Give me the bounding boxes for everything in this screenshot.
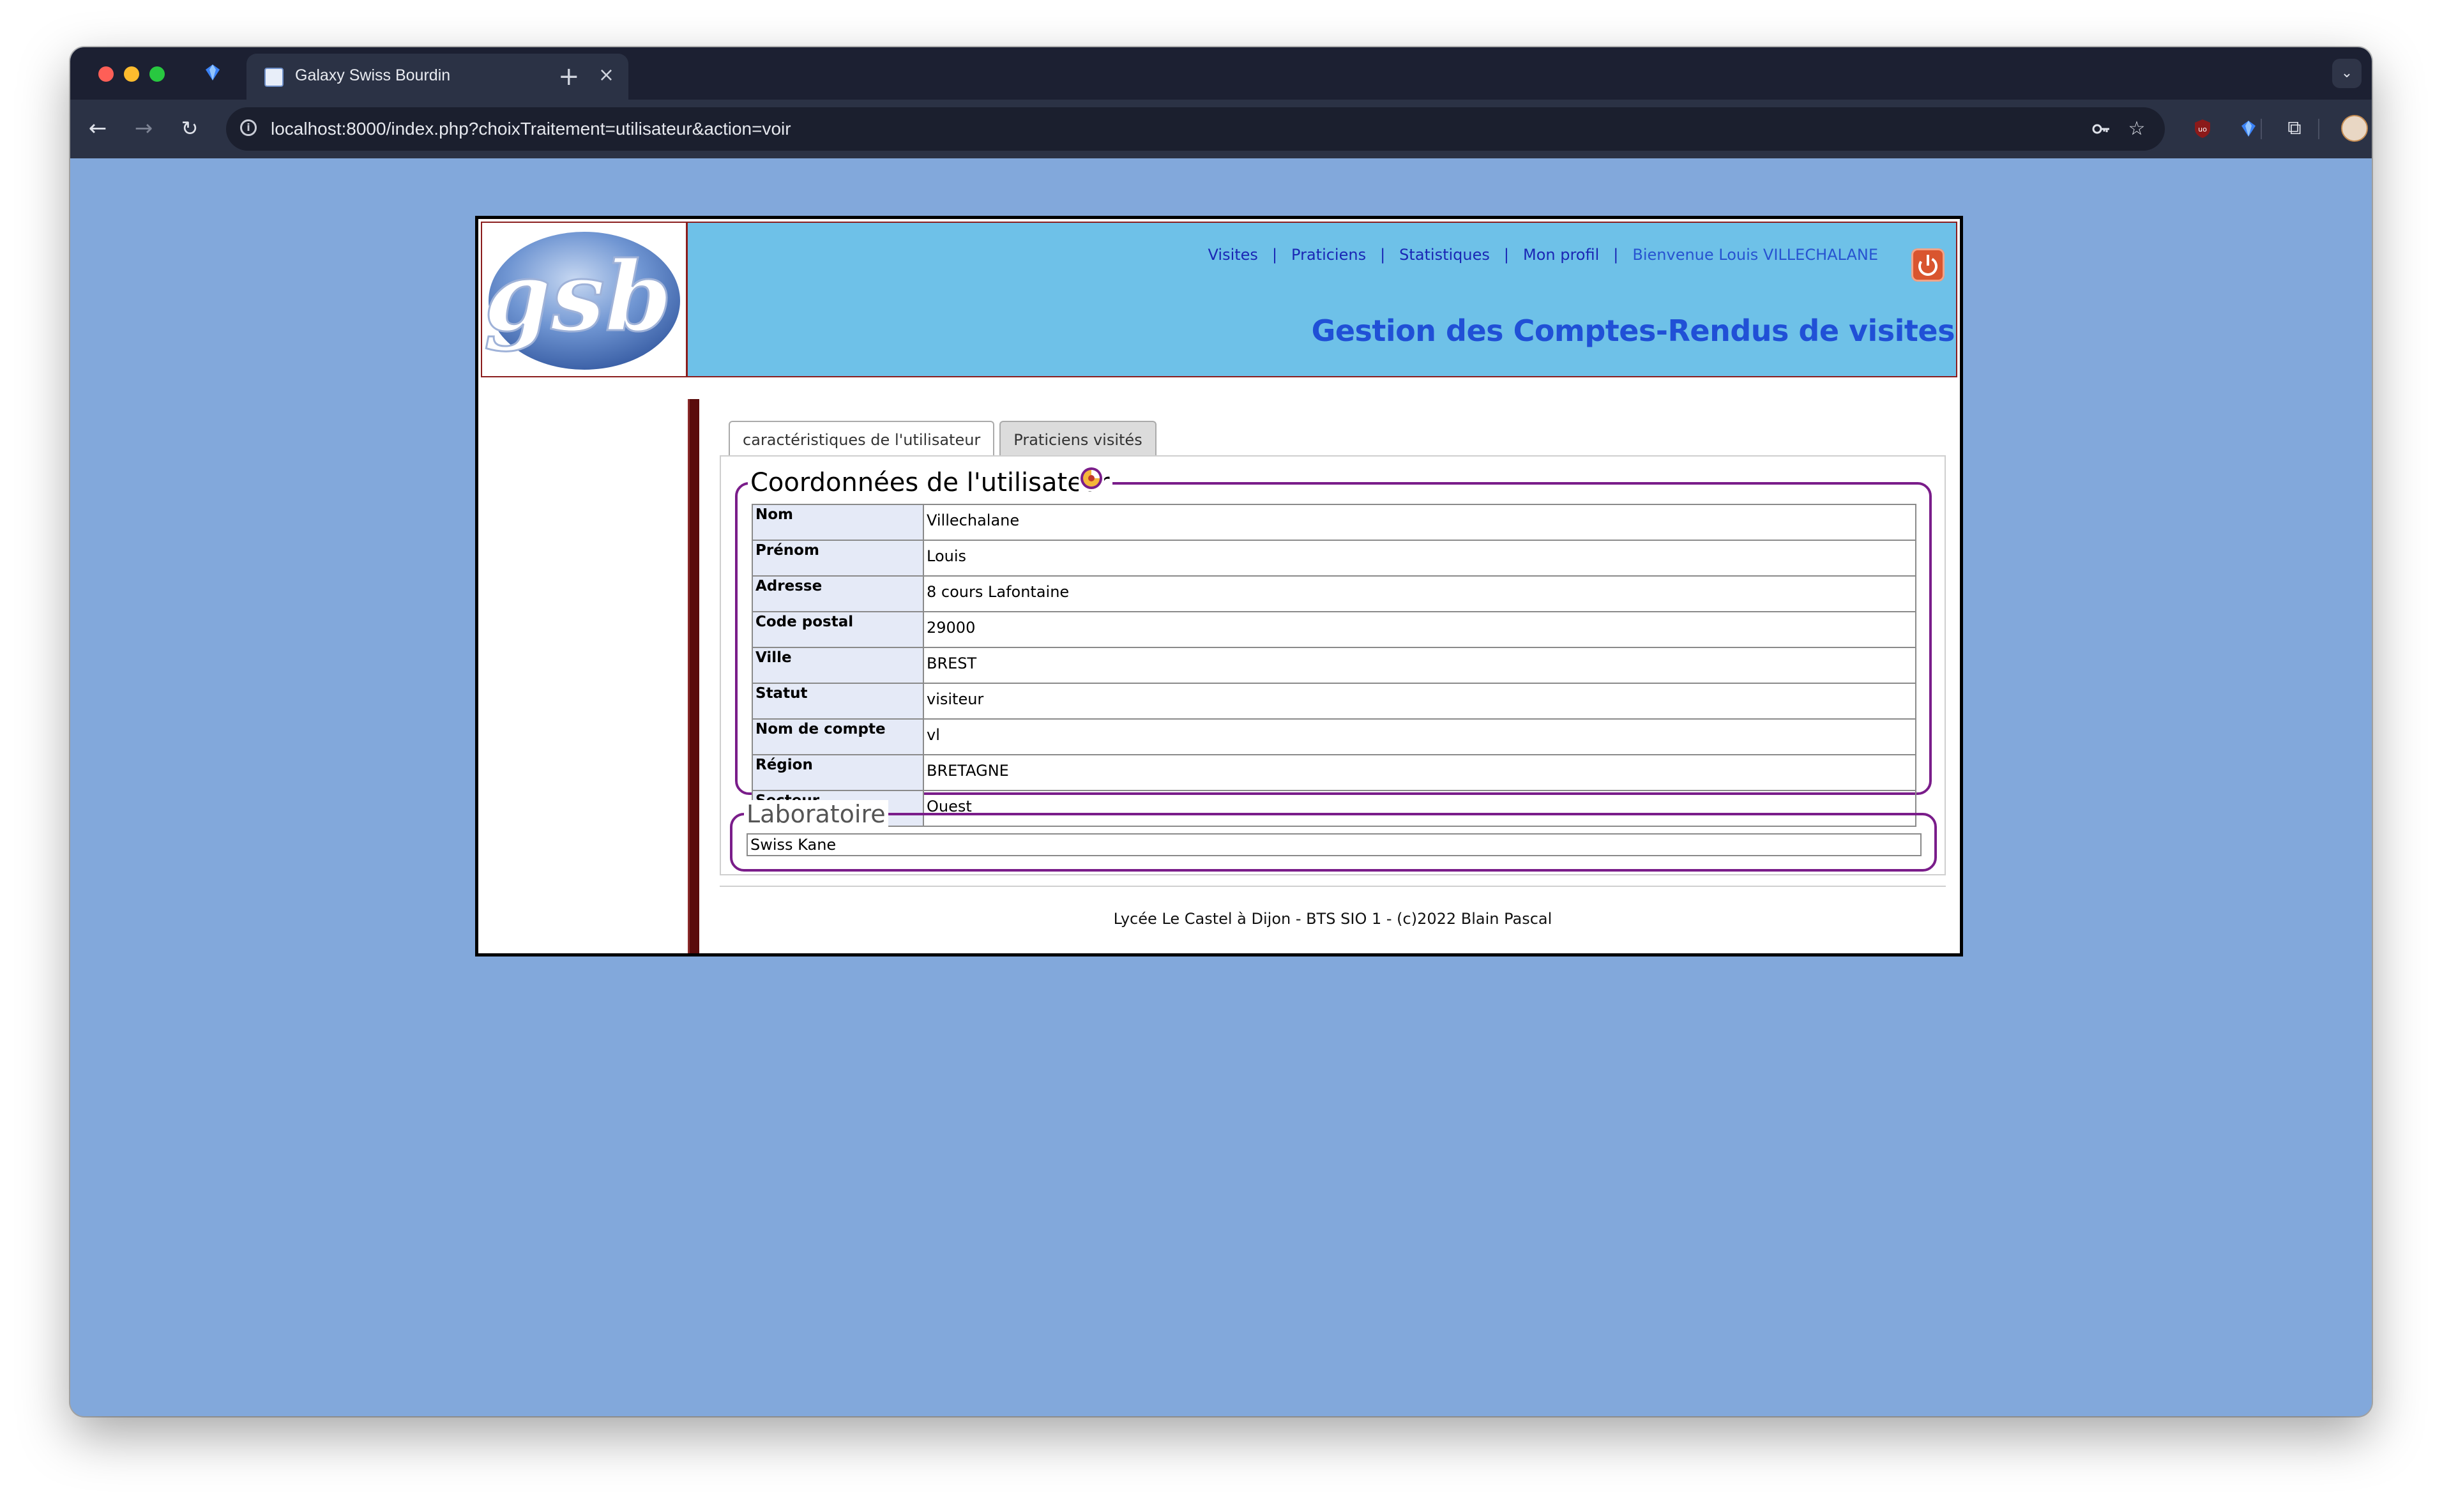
menu-link-mon-profil[interactable]: Mon profil bbox=[1523, 246, 1599, 264]
menu-link-statistiques[interactable]: Statistiques bbox=[1399, 246, 1490, 264]
reload-icon[interactable]: ↻ bbox=[175, 114, 204, 143]
svg-text:uo: uo bbox=[2198, 125, 2207, 133]
row-label: Région bbox=[752, 754, 924, 791]
info-badge-icon[interactable] bbox=[1079, 465, 1104, 491]
app-title: Gestion des Comptes-Rendus de visites bbox=[1311, 314, 1955, 348]
table-row: Statut visiteur bbox=[752, 683, 1916, 720]
row-value: BREST bbox=[923, 647, 1916, 684]
left-sidebar-bar bbox=[688, 399, 699, 953]
main-menu: Visites | Praticiens | Statistiques | Mo… bbox=[1208, 246, 1878, 264]
row-label: Adresse bbox=[752, 575, 924, 612]
menu-separator: | bbox=[1503, 246, 1509, 264]
toolbar-divider bbox=[2318, 119, 2319, 139]
coordonnees-fieldset: Coordonnées de l'utilisateur Nom Villech… bbox=[735, 465, 1932, 827]
row-label: Code postal bbox=[752, 611, 924, 648]
row-label: Ville bbox=[752, 647, 924, 684]
row-value: 29000 bbox=[923, 611, 1916, 648]
ublock-extension-icon[interactable]: uo bbox=[2192, 117, 2213, 139]
back-arrow-icon[interactable]: ← bbox=[83, 114, 112, 143]
user-details-table: Nom Villechalane Prénom Louis Adresse 8 … bbox=[752, 504, 1916, 827]
maximize-window-button[interactable] bbox=[149, 66, 165, 82]
row-value: 8 cours Lafontaine bbox=[923, 575, 1916, 612]
bookmark-star-icon[interactable]: ☆ bbox=[2127, 119, 2147, 139]
footer-text: Lycée Le Castel à Dijon - BTS SIO 1 - (c… bbox=[1113, 910, 1552, 928]
toolbar-divider bbox=[2261, 119, 2262, 139]
logo-text: gsb bbox=[484, 241, 672, 353]
tab-favicon-icon bbox=[264, 68, 284, 87]
site-header: gsb Visites | Praticiens | Statistiques … bbox=[481, 222, 1957, 377]
tab-caracteristiques[interactable]: caractéristiques de l'utilisateur bbox=[729, 421, 995, 457]
browser-toolbar: ← → ↻ i localhost:8000/index.php?choixTr… bbox=[70, 100, 2372, 158]
tab-praticiens-visites[interactable]: Praticiens visités bbox=[999, 421, 1157, 457]
profile-avatar-icon[interactable] bbox=[2341, 115, 2368, 142]
menu-separator: | bbox=[1271, 246, 1278, 264]
table-row: Région BRETAGNE bbox=[752, 754, 1916, 791]
gem-extension-icon[interactable] bbox=[2238, 117, 2259, 139]
page-container: gsb Visites | Praticiens | Statistiques … bbox=[475, 216, 1963, 956]
browser-tab-bar: Galaxy Swiss Bourdin × + ⌄ bbox=[70, 47, 2372, 100]
new-tab-button[interactable]: + bbox=[558, 54, 580, 100]
site-info-icon[interactable]: i bbox=[240, 119, 257, 136]
footer-divider bbox=[720, 886, 1946, 887]
row-label: Statut bbox=[752, 683, 924, 720]
forward-arrow-icon[interactable]: → bbox=[129, 114, 158, 143]
row-label: Nom bbox=[752, 504, 924, 541]
table-row: Adresse 8 cours Lafontaine bbox=[752, 575, 1916, 612]
gsb-logo-icon: gsb bbox=[483, 232, 680, 370]
row-label: Nom de compte bbox=[752, 718, 924, 755]
row-value: vl bbox=[923, 718, 1916, 755]
menu-link-praticiens[interactable]: Praticiens bbox=[1291, 246, 1366, 264]
password-key-icon[interactable] bbox=[2091, 119, 2111, 139]
row-value: BRETAGNE bbox=[923, 754, 1916, 791]
gsb-logo: gsb bbox=[482, 223, 688, 376]
page-viewport: gsb Visites | Praticiens | Statistiques … bbox=[70, 158, 2372, 1416]
close-window-button[interactable] bbox=[98, 66, 114, 82]
url-text[interactable]: localhost:8000/index.php?choixTraitement… bbox=[271, 119, 791, 139]
menu-link-visites[interactable]: Visites bbox=[1208, 246, 1258, 264]
minimize-window-button[interactable] bbox=[124, 66, 139, 82]
menu-separator: | bbox=[1613, 246, 1619, 264]
content-tabs: caractéristiques de l'utilisateur Pratic… bbox=[729, 421, 1162, 457]
table-row: Nom Villechalane bbox=[752, 504, 1916, 541]
gem-icon[interactable] bbox=[203, 63, 222, 82]
tab-panel: Coordonnées de l'utilisateur Nom Villech… bbox=[720, 455, 1946, 875]
tab-search-chevron-icon[interactable]: ⌄ bbox=[2332, 59, 2362, 88]
table-row: Prénom Louis bbox=[752, 540, 1916, 577]
browser-window: Galaxy Swiss Bourdin × + ⌄ ← → ↻ i local… bbox=[70, 47, 2372, 1416]
menu-separator: | bbox=[1380, 246, 1386, 264]
table-row: Ville BREST bbox=[752, 647, 1916, 684]
row-value: Villechalane bbox=[923, 504, 1916, 541]
logout-power-icon[interactable] bbox=[1911, 248, 1945, 282]
table-row: Code postal 29000 bbox=[752, 611, 1916, 648]
tab-close-icon[interactable]: × bbox=[598, 64, 614, 86]
row-value: visiteur bbox=[923, 683, 1916, 720]
row-value: Louis bbox=[923, 540, 1916, 577]
laboratoire-legend: Laboratoire bbox=[744, 800, 888, 828]
coordonnees-legend: Coordonnées de l'utilisateur bbox=[748, 468, 1112, 497]
tab-title: Galaxy Swiss Bourdin bbox=[295, 66, 451, 84]
welcome-text: Bienvenue Louis VILLECHALANE bbox=[1632, 246, 1878, 264]
laboratoire-fieldset: Laboratoire Swiss Kane bbox=[730, 800, 1937, 872]
address-bar[interactable]: i localhost:8000/index.php?choixTraiteme… bbox=[226, 107, 2165, 151]
extensions-puzzle-icon[interactable]: ⧉ bbox=[2284, 117, 2305, 139]
laboratoire-value: Swiss Kane bbox=[747, 833, 1922, 856]
table-row: Nom de compte vl bbox=[752, 718, 1916, 755]
row-label: Prénom bbox=[752, 540, 924, 577]
